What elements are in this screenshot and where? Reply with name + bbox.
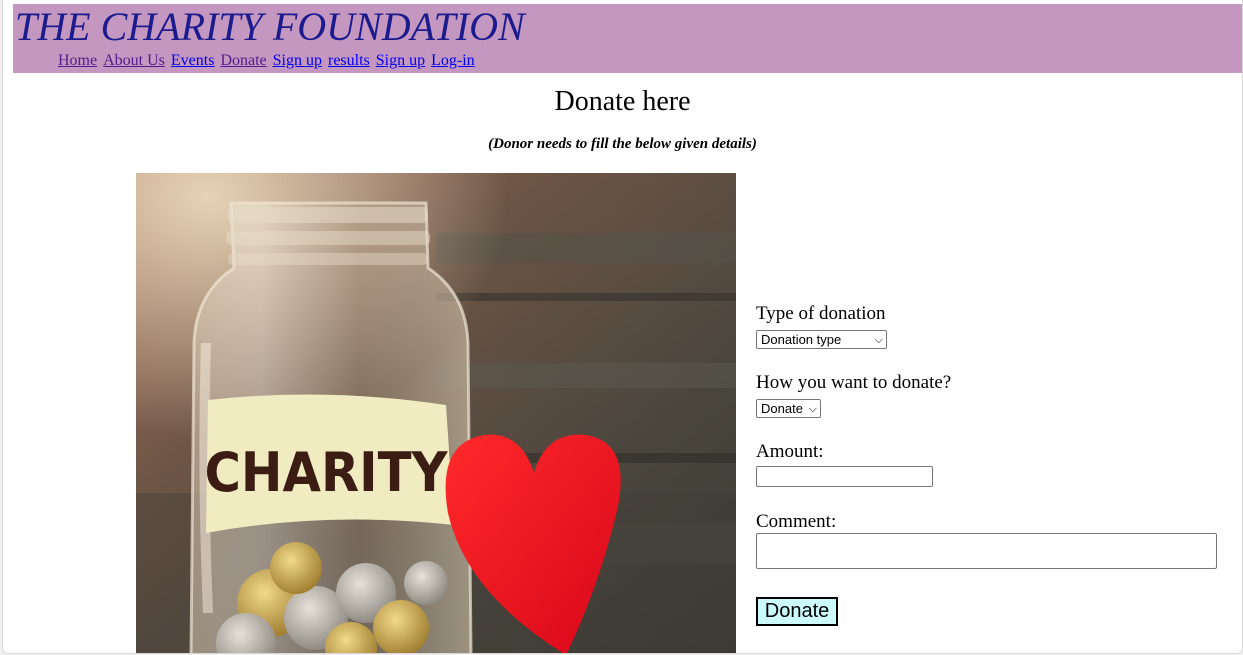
donate-submit-button[interactable]: Donate — [756, 597, 838, 626]
nav-link-sign-up[interactable]: Sign up — [273, 52, 322, 69]
nav-link-log-in[interactable]: Log-in — [431, 52, 475, 69]
nav-link-results[interactable]: results — [328, 52, 370, 69]
nav-link-home[interactable]: Home — [58, 52, 97, 69]
donation-type-label: Type of donation — [756, 303, 886, 324]
nav-link-about-us[interactable]: About Us — [103, 52, 165, 69]
amount-label: Amount: — [756, 441, 824, 462]
site-header: THE CHARITY FOUNDATION Home About Us Event… — [13, 4, 1242, 73]
page-heading: Donate here — [554, 86, 691, 117]
charity-jar-image: CHARITY — [136, 173, 736, 653]
donate-method-value: Donate — [761, 401, 803, 416]
chevron-down-icon: ⌵ — [874, 334, 883, 346]
donation-type-select[interactable]: Donation type ⌵ — [756, 330, 887, 349]
nav-link-sign-up-2[interactable]: Sign up — [376, 52, 425, 69]
donate-method-label: How you want to donate? — [756, 372, 952, 393]
comment-label: Comment: — [756, 511, 837, 532]
donation-type-value: Donation type — [761, 332, 842, 347]
chevron-down-icon: ⌵ — [808, 403, 817, 415]
site-title: THE CHARITY FOUNDATION — [15, 4, 525, 49]
main-nav: Home About Us Events Donate Sign up results Si… — [58, 51, 481, 71]
jar-label-text: CHARITY — [204, 442, 448, 504]
comment-textarea[interactable] — [756, 533, 1217, 569]
nav-link-donate[interactable]: Donate — [220, 52, 266, 69]
donate-method-select[interactable]: Donate ⌵ — [756, 399, 821, 418]
amount-input[interactable] — [756, 466, 933, 487]
page: THE CHARITY FOUNDATION Home About Us Event… — [2, 0, 1243, 654]
page-subtitle: (Donor needs to fill the below given det… — [488, 136, 757, 152]
nav-link-events[interactable]: Events — [171, 52, 215, 69]
